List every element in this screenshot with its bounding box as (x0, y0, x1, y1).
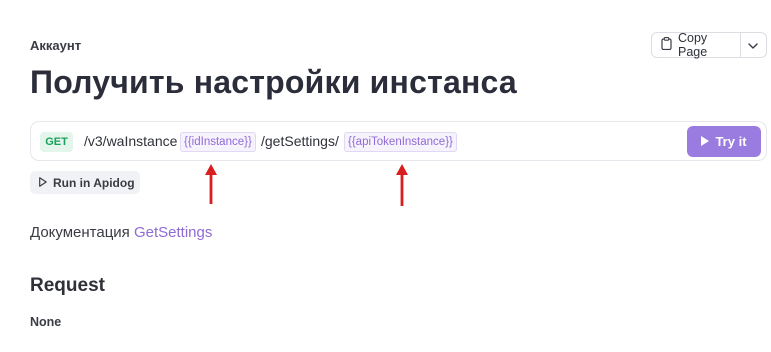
try-it-button[interactable]: Try it (687, 126, 761, 157)
http-method-badge: GET (40, 132, 73, 152)
run-in-apidog-button[interactable]: Run in Apidog (30, 171, 140, 194)
path-param-api-token-instance[interactable]: {{apiTokenInstance}} (344, 132, 457, 152)
breadcrumb[interactable]: Аккаунт (30, 38, 81, 53)
play-icon (701, 134, 710, 149)
endpoint-bar: GET /v3/waInstance {{idInstance}} /getSe… (30, 121, 767, 161)
clipboard-icon (661, 37, 672, 53)
red-arrow-icon (205, 164, 217, 204)
copy-page-button[interactable]: Copy Page (652, 31, 741, 59)
path-param-id-instance[interactable]: {{idInstance}} (180, 132, 256, 152)
copy-page-control: Copy Page (651, 31, 767, 59)
documentation-label: Документация (30, 224, 130, 241)
api-doc-page: Аккаунт Copy Page Получить настройки инс… (0, 0, 771, 352)
page-title: Получить настройки инстанса (30, 64, 517, 100)
documentation-line: Документация GetSettings (30, 224, 212, 241)
request-heading: Request (30, 275, 105, 296)
copy-options-dropdown[interactable] (741, 33, 766, 57)
documentation-link[interactable]: GetSettings (134, 224, 212, 241)
run-in-apidog-label: Run in Apidog (53, 175, 135, 190)
try-it-label: Try it (715, 134, 747, 149)
request-body-value: None (30, 315, 62, 329)
copy-page-label: Copy Page (678, 31, 708, 59)
play-outline-icon (39, 176, 47, 190)
red-arrow-icon (396, 164, 408, 206)
endpoint-path-segment: /v3/waInstance (84, 133, 178, 149)
chevron-down-icon (748, 36, 759, 54)
endpoint-path-segment: /getSettings/ (261, 133, 339, 149)
